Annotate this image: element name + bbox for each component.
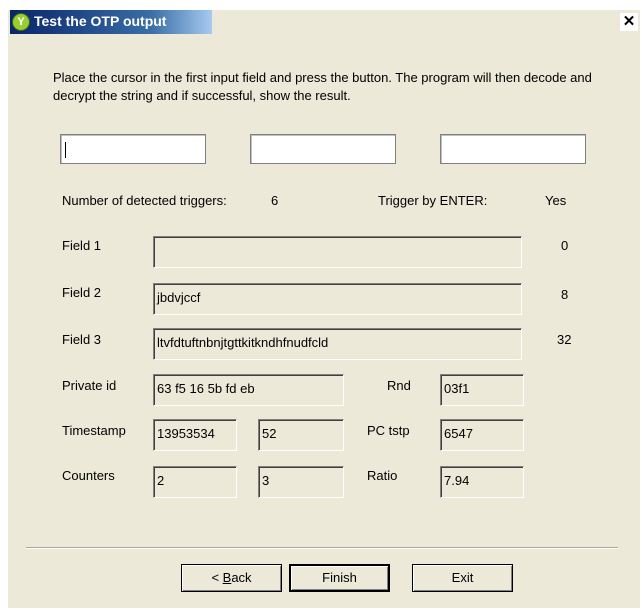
exit-button[interactable]: Exit	[412, 564, 513, 592]
trigger-by-enter-value: Yes	[545, 193, 567, 208]
timestamp-value-2: 52	[258, 419, 344, 451]
counter-value-2: 3	[258, 466, 344, 498]
ratio-value: 7.94	[440, 466, 524, 498]
otp-input-1[interactable]	[60, 134, 206, 164]
timestamp-label: Timestamp	[62, 423, 126, 438]
field-1-label: Field 1	[62, 238, 102, 253]
back-button[interactable]: < Back	[181, 564, 282, 592]
private-id-value: 63 f5 16 5b fd eb	[153, 374, 344, 406]
counters-label: Counters	[62, 468, 115, 483]
pc-tstp-label: PC tstp	[367, 423, 410, 438]
field-3-label: Field 3	[62, 332, 102, 347]
otp-input-3[interactable]	[440, 134, 586, 164]
rnd-label: Rnd	[387, 378, 411, 393]
detected-triggers-value: 6	[271, 193, 279, 208]
field-3-length: 32	[557, 332, 572, 347]
instructions-text: Place the cursor in the first input fiel…	[53, 70, 592, 103]
close-button[interactable]: ✕	[620, 13, 638, 31]
yubikey-app-icon: Y	[12, 13, 30, 31]
otp-input-2[interactable]	[250, 134, 396, 164]
field-1-value	[153, 236, 522, 268]
field-3-value: ltvfdtuftnbnjtgttkitkndhfnudfcld	[153, 328, 522, 360]
finish-button[interactable]: Finish	[289, 564, 390, 592]
trigger-by-enter-label: Trigger by ENTER:	[378, 193, 488, 208]
separator-line	[26, 547, 618, 549]
private-id-label: Private id	[62, 378, 117, 393]
counter-value-1: 2	[153, 466, 237, 498]
detected-triggers-label: Number of detected triggers:	[62, 193, 227, 208]
window-title: Test the OTP output	[34, 13, 167, 29]
title-bar[interactable]: Y Test the OTP output ✕	[8, 10, 640, 34]
pc-tstp-value: 6547	[440, 419, 524, 451]
close-icon: ✕	[622, 13, 636, 30]
text-caret	[65, 141, 66, 158]
field-2-label: Field 2	[62, 285, 102, 300]
timestamp-value-1: 13953534	[153, 419, 237, 451]
field-1-length: 0	[561, 238, 569, 253]
ratio-label: Ratio	[367, 468, 398, 483]
rnd-value: 03f1	[440, 374, 524, 406]
field-2-value: jbdvjccf	[153, 283, 522, 315]
field-2-length: 8	[561, 287, 569, 302]
